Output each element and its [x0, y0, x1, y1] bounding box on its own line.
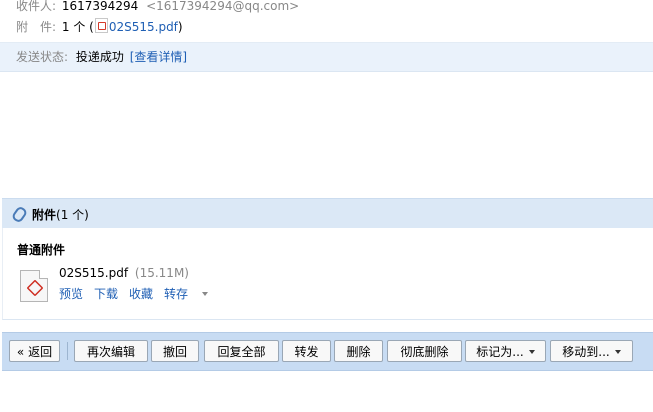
attachments-body: 普通附件 02S515.pdf (15.11M) 预览 下载 收藏 转存: [2, 228, 653, 320]
attachments-header: 附件(1 个): [2, 198, 653, 228]
toolbar-separator: [67, 342, 68, 360]
attachment-paren-open: (: [89, 20, 94, 34]
reedit-button[interactable]: 再次编辑: [74, 340, 148, 362]
delete-button[interactable]: 删除: [334, 340, 383, 362]
attachment-file-row: 02S515.pdf (15.11M): [59, 266, 189, 280]
attachments-title-label: 附件: [32, 208, 57, 222]
move-to-button[interactable]: 移动到...: [550, 340, 633, 362]
action-toolbar: « 返回 再次编辑 撤回 回复全部 转发 删除 彻底删除 标记为... 移动到.…: [2, 332, 653, 371]
acrobat-icon: [26, 279, 44, 297]
send-status-value: 投递成功: [75, 50, 124, 64]
recipient-row: 收件人: 1617394294 <1617394294@qq.com>: [16, 0, 299, 14]
attachment-file-name[interactable]: 02S515.pdf: [59, 266, 128, 280]
normal-attachments-title: 普通附件: [17, 243, 66, 257]
send-status-label: 发送状态:: [16, 50, 69, 64]
pdf-file-icon[interactable]: [20, 270, 48, 302]
mark-as-label: 标记为...: [476, 345, 524, 359]
mail-header: 收件人: 1617394294 <1617394294@qq.com> 附 件:…: [0, 0, 653, 40]
recipient-email: <1617394294@qq.com>: [146, 0, 300, 13]
reply-all-button[interactable]: 回复全部: [204, 340, 279, 362]
attachment-label: 附 件:: [16, 20, 57, 34]
pdf-icon: [94, 18, 108, 33]
attachments-count: (1 个): [56, 208, 89, 222]
attachment-count: 1 个: [61, 20, 86, 34]
chevron-down-icon: [614, 350, 621, 354]
attachment-file-size: (15.11M): [134, 266, 189, 280]
chevron-down-icon: [528, 350, 535, 354]
paperclip-icon: [10, 205, 29, 224]
forward-button[interactable]: 转发: [282, 340, 331, 362]
attachment-actions: 预览 下载 收藏 转存: [59, 285, 230, 302]
recipient-label: 收件人:: [16, 0, 57, 13]
send-status-bar: 发送状态: 投递成功 [查看详情]: [0, 42, 653, 72]
header-attachment-link[interactable]: 02S515.pdf: [109, 20, 178, 34]
attachment-row: 附 件: 1 个 (02S515.pdf): [16, 18, 183, 35]
preview-link[interactable]: 预览: [59, 287, 83, 301]
chevron-down-icon: [202, 292, 209, 296]
mark-as-button[interactable]: 标记为...: [465, 340, 546, 362]
recall-button[interactable]: 撤回: [151, 340, 199, 362]
delete-permanent-button[interactable]: 彻底删除: [387, 340, 462, 362]
attachments-title: 附件(1 个): [32, 206, 89, 223]
back-button[interactable]: « 返回: [9, 340, 60, 362]
download-link[interactable]: 下载: [94, 287, 118, 301]
view-details-link[interactable]: [查看详情]: [130, 50, 187, 64]
favorite-link[interactable]: 收藏: [129, 287, 153, 301]
save-to-label: 转存: [164, 287, 189, 301]
send-status-row: 发送状态: 投递成功 [查看详情]: [16, 49, 187, 65]
move-to-label: 移动到...: [562, 345, 610, 359]
attachment-paren-close: ): [177, 20, 183, 34]
save-to-link[interactable]: 转存: [164, 287, 219, 301]
recipient-name: 1617394294: [61, 0, 139, 13]
